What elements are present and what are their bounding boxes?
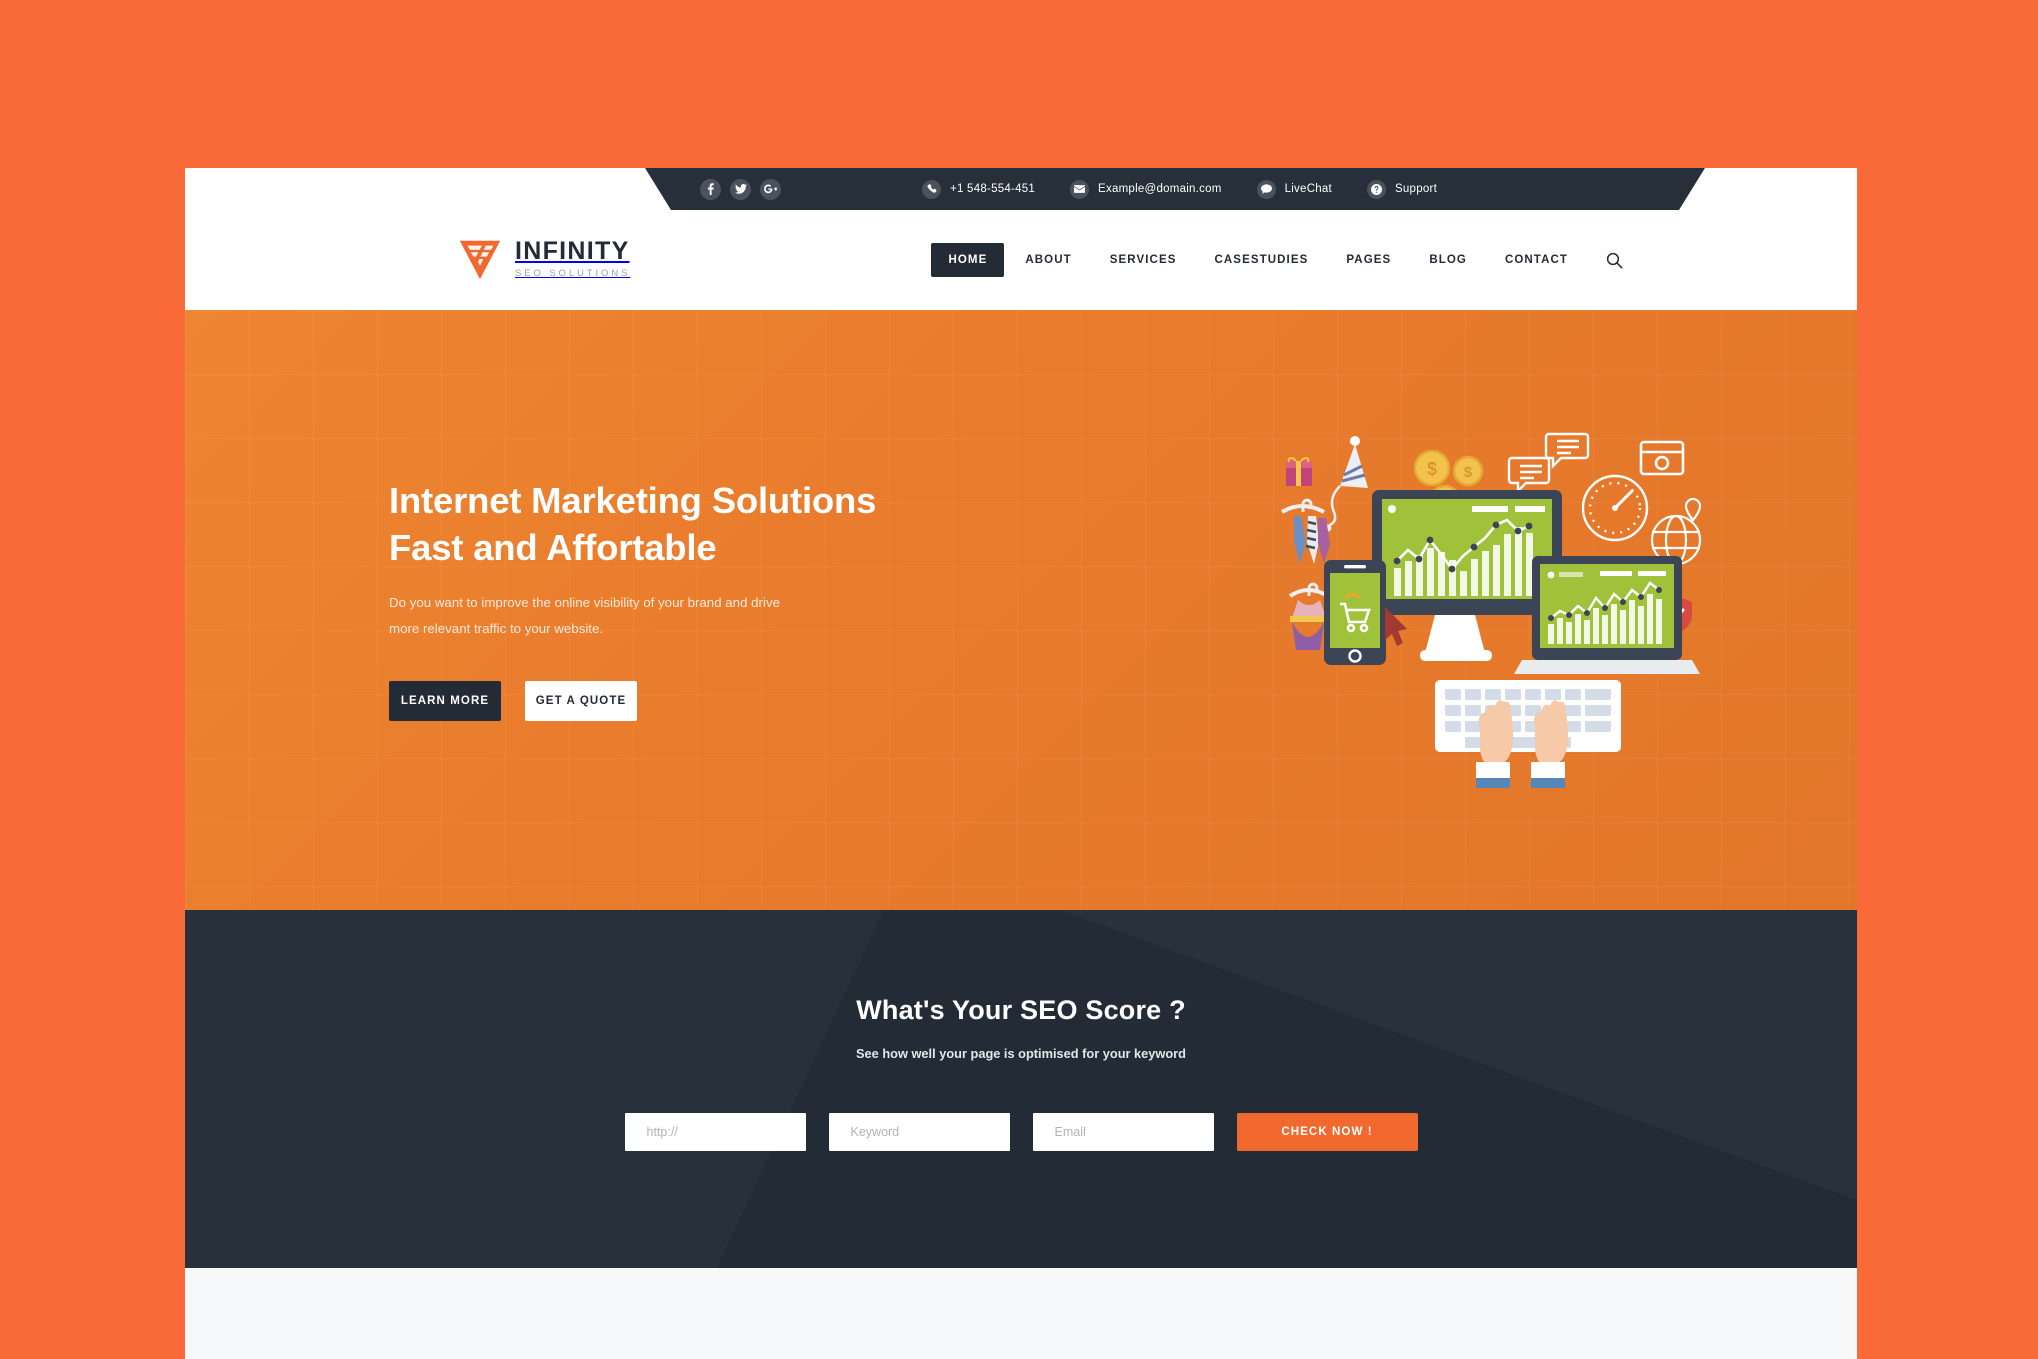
social-links — [700, 179, 781, 200]
url-input[interactable] — [624, 1113, 806, 1151]
livechat-label: LiveChat — [1284, 183, 1332, 195]
brand-name: INFINITY — [515, 237, 630, 266]
page-root: +1 548-554-451 Example@domain.com LiveCh… — [0, 0, 2038, 1359]
below-fold-section — [185, 1268, 1857, 1359]
nav-item-services[interactable]: SERVICES — [1091, 254, 1196, 266]
seo-score-form: CHECK NOW ! — [185, 1113, 1857, 1151]
topbar-container: +1 548-554-451 Example@domain.com LiveCh… — [185, 168, 1857, 210]
map-pin-prop — [1684, 497, 1702, 522]
nav-item-pages[interactable]: PAGES — [1327, 254, 1410, 266]
email-contact[interactable]: Example@domain.com — [1070, 180, 1222, 199]
window-icon-prop — [1639, 440, 1685, 476]
email-address: Example@domain.com — [1098, 183, 1222, 195]
nav-item-casestudies[interactable]: CASESTUDIES — [1195, 254, 1327, 266]
hero-inner: Internet Marketing Solutions Fast and Af… — [326, 310, 1716, 910]
nav-item-blog[interactable]: BLOG — [1410, 254, 1486, 266]
hero-heading: Internet Marketing Solutions Fast and Af… — [389, 478, 949, 571]
main-navigation: HOME ABOUT SERVICES CASESTUDIES PAGES BL… — [931, 243, 1625, 277]
email-input[interactable] — [1032, 1113, 1214, 1151]
check-now-button[interactable]: CHECK NOW ! — [1236, 1113, 1418, 1151]
seo-score-title: What's Your SEO Score ? — [856, 995, 1186, 1025]
laptop-device — [1514, 556, 1700, 674]
logo-text: INFINITY SEO SOLUTIONS — [515, 239, 630, 279]
hero-heading-line2: Fast and Affortable — [389, 526, 717, 568]
phone-number: +1 548-554-451 — [950, 183, 1036, 195]
learn-more-button[interactable]: LEARN MORE — [389, 681, 501, 722]
phone-contact[interactable]: +1 548-554-451 — [922, 180, 1035, 199]
support-link[interactable]: Support — [1367, 180, 1437, 199]
brand-tagline: SEO SOLUTIONS — [515, 268, 631, 280]
svg-text:$: $ — [1427, 459, 1437, 479]
speech-bubbles-prop — [1507, 432, 1590, 494]
hero-buttons: LEARN MORE GET A QUOTE — [389, 681, 949, 722]
hero-heading-line1: Internet Marketing Solutions — [389, 480, 877, 521]
phone-icon — [922, 180, 941, 199]
party-hat-prop — [1324, 436, 1368, 532]
hero-copy: Internet Marketing Solutions Fast and Af… — [389, 478, 949, 722]
twitter-icon[interactable] — [730, 179, 751, 200]
contact-info: +1 548-554-451 Example@domain.com LiveCh… — [922, 180, 1437, 199]
svg-text:$: $ — [1464, 464, 1473, 481]
facebook-icon[interactable] — [700, 179, 721, 200]
nav-item-home[interactable]: HOME — [931, 243, 1005, 277]
get-a-quote-button[interactable]: GET A QUOTE — [525, 681, 637, 722]
gift-prop — [1286, 457, 1312, 486]
keyboard — [1435, 680, 1621, 752]
search-icon[interactable] — [1603, 249, 1625, 271]
seo-score-subtitle: See how well your page is optimised for … — [856, 1046, 1186, 1061]
question-mark-icon — [1367, 180, 1386, 199]
chat-bubble-icon — [1257, 180, 1276, 199]
dress-prop — [1288, 582, 1330, 650]
logo[interactable]: INFINITY SEO SOLUTIONS — [457, 236, 630, 282]
nav-item-contact[interactable]: CONTACT — [1486, 254, 1587, 266]
speedometer-prop — [1581, 474, 1649, 542]
nav-item-about[interactable]: ABOUT — [1006, 254, 1090, 266]
hero-illustration: $ $ $ $ $ — [1272, 428, 1702, 788]
infinity-logo-icon — [457, 236, 503, 282]
envelope-icon — [1070, 180, 1089, 199]
keyword-input[interactable] — [828, 1113, 1010, 1151]
hero-paragraph: Do you want to improve the online visibi… — [389, 595, 780, 637]
livechat-link[interactable]: LiveChat — [1257, 180, 1332, 199]
utility-topbar: +1 548-554-451 Example@domain.com LiveCh… — [645, 168, 1705, 210]
google-plus-icon[interactable] — [760, 179, 781, 200]
website-frame: +1 548-554-451 Example@domain.com LiveCh… — [185, 168, 1857, 1359]
site-header: INFINITY SEO SOLUTIONS HOME ABOUT SERVIC… — [185, 210, 1857, 310]
tie-hanger-prop — [1280, 498, 1330, 564]
seo-score-section: What's Your SEO Score ? See how well you… — [185, 910, 1857, 1268]
hero-section: Internet Marketing Solutions Fast and Af… — [185, 310, 1857, 910]
support-label: Support — [1394, 183, 1438, 195]
